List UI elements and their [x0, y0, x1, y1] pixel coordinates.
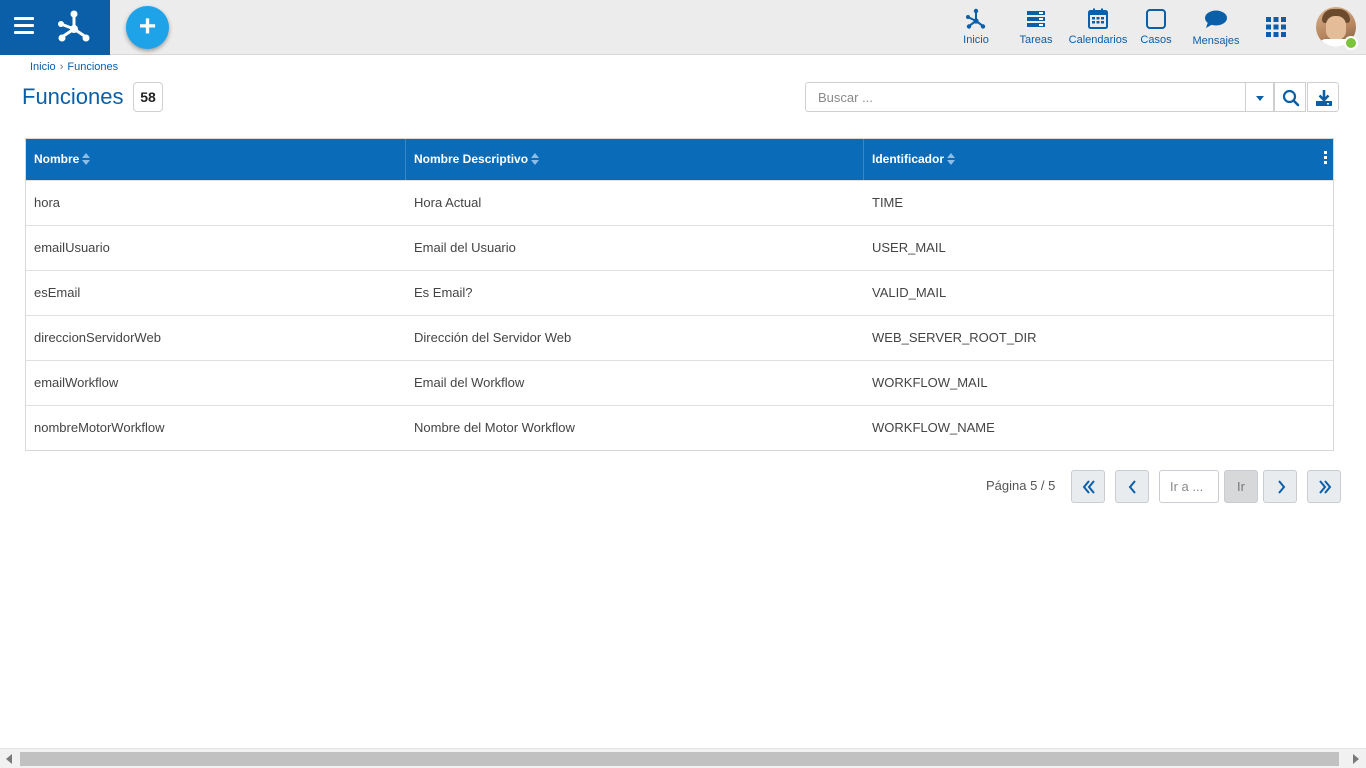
chevron-left-icon — [1128, 480, 1136, 494]
online-status-indicator — [1344, 36, 1358, 50]
cell-nombre: direccionServidorWeb — [34, 330, 161, 345]
search-icon — [1282, 89, 1300, 107]
search-options-dropdown[interactable] — [1245, 83, 1274, 111]
message-icon — [1205, 10, 1227, 28]
breadcrumb: Inicio › Funciones — [30, 61, 118, 73]
cell-nombre-descriptivo: Es Email? — [414, 285, 473, 300]
scroll-left-icon[interactable] — [6, 754, 12, 764]
column-header-label: Nombre Descriptivo — [414, 152, 529, 166]
nav-label: Calendarios — [1068, 34, 1128, 46]
cell-identificador: VALID_MAIL — [872, 285, 947, 300]
page-indicator: Página 5 / 5 — [986, 478, 1056, 493]
cell-nombre-descriptivo: Email del Workflow — [414, 375, 525, 390]
tasks-icon — [1027, 11, 1045, 27]
last-page-button[interactable] — [1307, 470, 1341, 503]
table-row[interactable]: nombreMotorWorkflow Nombre del Motor Wor… — [26, 405, 1333, 450]
home-network-icon — [966, 8, 986, 29]
cell-nombre: hora — [34, 195, 61, 210]
scrollbar-thumb[interactable] — [20, 752, 1339, 766]
nav-label: Casos — [1140, 34, 1172, 46]
menu-icon[interactable] — [14, 17, 36, 37]
table-row[interactable]: emailWorkflow Email del Workflow WORKFLO… — [26, 360, 1333, 405]
download-icon — [1316, 90, 1332, 106]
sort-icon[interactable] — [531, 152, 540, 165]
cell-nombre: nombreMotorWorkflow — [34, 420, 165, 435]
breadcrumb-current[interactable]: Funciones — [67, 61, 118, 73]
double-chevron-left-icon — [1082, 480, 1095, 494]
search-box — [805, 82, 1274, 112]
nav-mensajes[interactable]: Mensajes — [1190, 0, 1242, 55]
nav-inicio[interactable]: Inicio — [955, 0, 997, 55]
table-row[interactable]: hora Hora Actual TIME — [26, 180, 1333, 225]
go-button[interactable]: Ir — [1224, 470, 1258, 503]
column-header-label: Nombre — [34, 152, 80, 166]
column-header-identificador[interactable]: Identificador — [864, 139, 1333, 180]
nav-label: Tareas — [1019, 34, 1053, 46]
table-row[interactable]: direccionServidorWeb Dirección del Servi… — [26, 315, 1333, 360]
column-menu-icon[interactable] — [1321, 151, 1329, 167]
table-header: Nombre Nombre Descriptivo Identificador — [26, 139, 1333, 180]
sort-icon[interactable] — [82, 152, 91, 165]
first-page-button[interactable] — [1071, 470, 1105, 503]
app-logo-icon[interactable] — [55, 9, 93, 45]
cell-nombre-descriptivo: Nombre del Motor Workflow — [414, 420, 575, 435]
brand-area — [0, 0, 110, 55]
calendar-icon — [1088, 8, 1108, 29]
functions-table: Nombre Nombre Descriptivo Identificador … — [25, 138, 1334, 451]
go-to-page-input[interactable] — [1159, 470, 1219, 503]
cell-nombre: emailUsuario — [34, 240, 110, 255]
page-title: Funciones — [22, 84, 124, 109]
next-page-button[interactable] — [1263, 470, 1297, 503]
nav-label: Mensajes — [1192, 35, 1240, 47]
table-row[interactable]: esEmail Es Email? VALID_MAIL — [26, 270, 1333, 315]
column-header-label: Identificador — [872, 152, 945, 166]
nav-tareas[interactable]: Tareas — [1015, 0, 1057, 55]
search-button[interactable] — [1274, 82, 1306, 112]
nav-casos[interactable]: Casos — [1137, 0, 1175, 55]
top-bar: + Inicio Tareas Calendarios Casos Mensaj… — [0, 0, 1366, 55]
cell-identificador: TIME — [872, 195, 904, 210]
record-count-badge: 58 — [133, 82, 163, 112]
cell-identificador: USER_MAIL — [872, 240, 946, 255]
add-button[interactable]: + — [126, 6, 169, 49]
previous-page-button[interactable] — [1115, 470, 1149, 503]
double-chevron-right-icon — [1319, 480, 1332, 494]
cell-nombre: esEmail — [34, 285, 81, 300]
cell-nombre-descriptivo: Hora Actual — [414, 195, 482, 210]
nav-label: Inicio — [963, 34, 989, 46]
cell-identificador: WEB_SERVER_ROOT_DIR — [872, 330, 1037, 345]
table-row[interactable]: emailUsuario Email del Usuario USER_MAIL — [26, 225, 1333, 270]
search-input[interactable] — [806, 83, 1245, 111]
chevron-right-icon — [1278, 480, 1286, 494]
breadcrumb-separator: › — [59, 61, 64, 73]
scroll-right-icon[interactable] — [1353, 754, 1359, 764]
cell-nombre-descriptivo: Dirección del Servidor Web — [414, 330, 572, 345]
cell-identificador: WORKFLOW_MAIL — [872, 375, 988, 390]
export-button[interactable] — [1307, 82, 1339, 112]
column-header-nombre[interactable]: Nombre — [26, 139, 406, 180]
apps-grid-icon[interactable] — [1265, 16, 1287, 38]
column-header-nombre-descriptivo[interactable]: Nombre Descriptivo — [406, 139, 864, 180]
nav-calendarios[interactable]: Calendarios — [1067, 0, 1129, 55]
horizontal-scrollbar[interactable] — [0, 748, 1366, 768]
sort-icon[interactable] — [947, 152, 956, 165]
cell-identificador: WORKFLOW_NAME — [872, 420, 995, 435]
cell-nombre-descriptivo: Email del Usuario — [414, 240, 516, 255]
cases-icon — [1146, 9, 1166, 29]
breadcrumb-home-link[interactable]: Inicio — [30, 61, 56, 73]
cell-nombre: emailWorkflow — [34, 375, 119, 390]
